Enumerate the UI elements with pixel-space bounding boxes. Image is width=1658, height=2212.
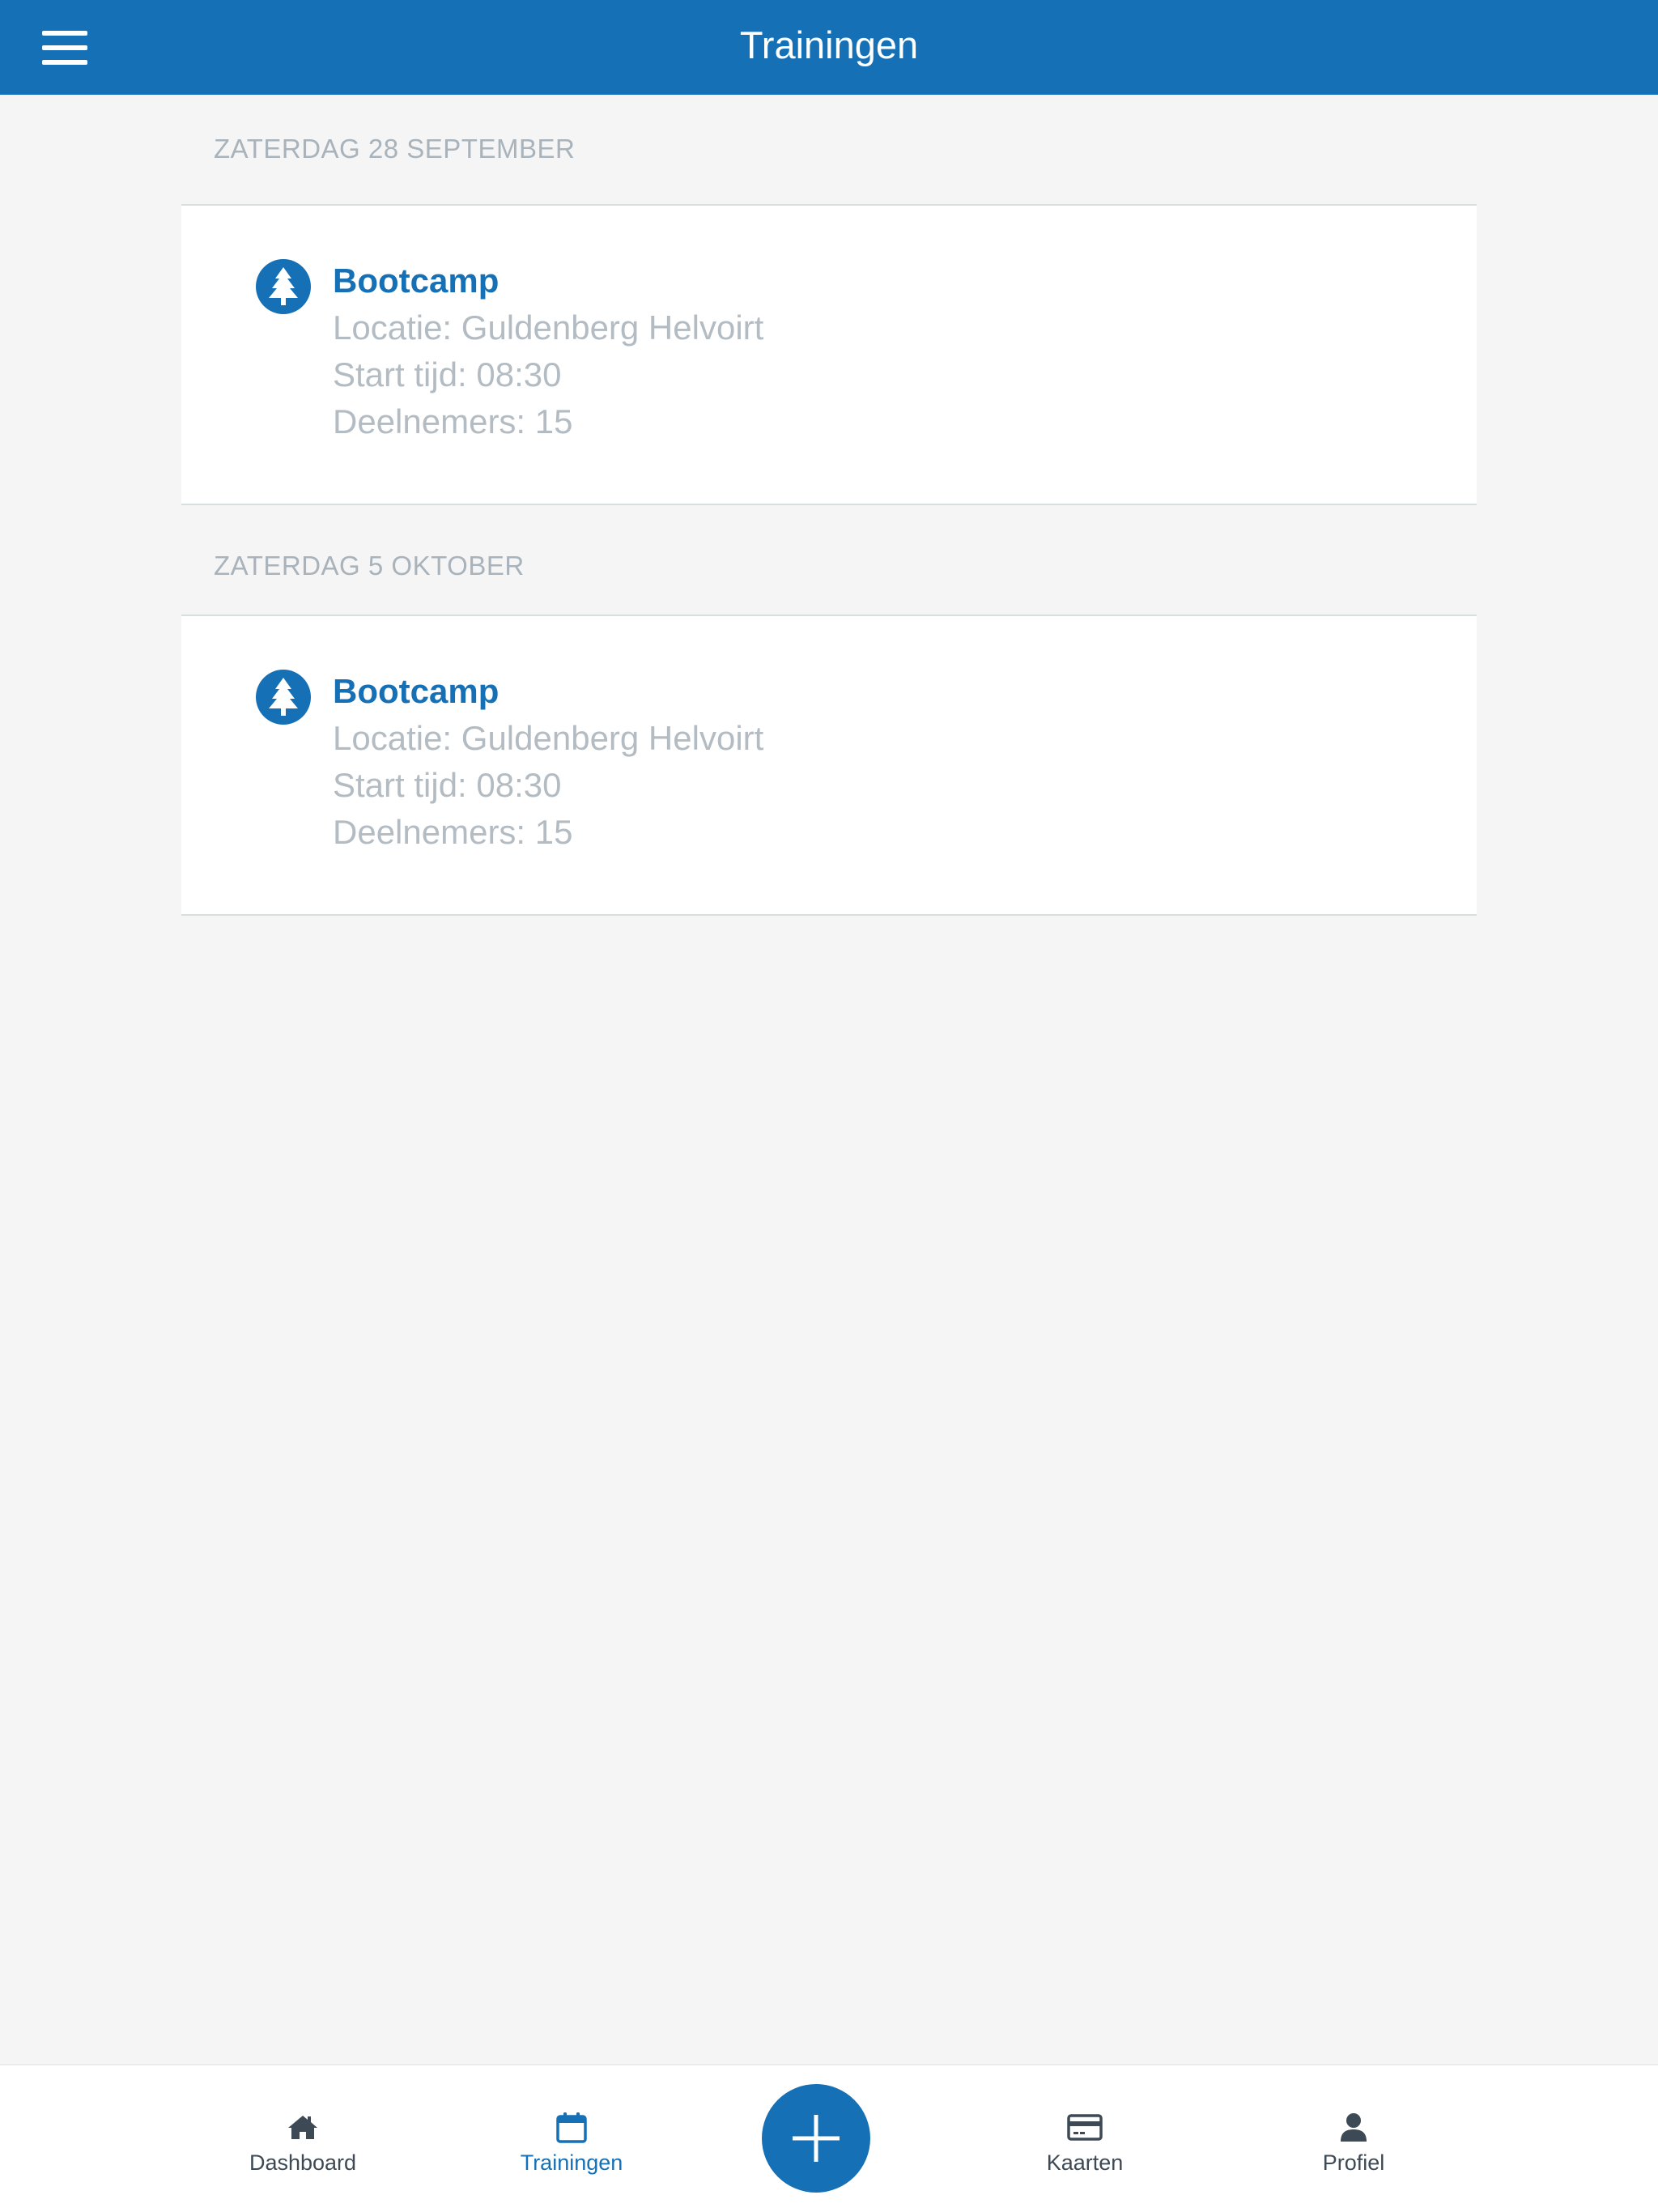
training-list: ZATERDAG 28 SEPTEMBER Bootcamp Locatie: …	[181, 95, 1477, 916]
section-header-date: ZATERDAG 5 OKTOBER	[214, 551, 525, 581]
training-location: Locatie: Guldenberg Helvoirt	[333, 719, 764, 757]
calendar-icon	[554, 2109, 589, 2145]
home-icon	[285, 2109, 321, 2145]
training-participants: Deelnemers: 15	[333, 402, 573, 440]
plus-icon	[793, 2115, 840, 2162]
training-start-time: Start tijd: 08:30	[333, 355, 562, 393]
tab-trainingen[interactable]: Trainingen	[491, 2065, 653, 2212]
app-root: Trainingen ZATERDAG 28 SEPTEMBER Bootcam…	[0, 0, 1658, 2212]
training-card[interactable]: Bootcamp Locatie: Guldenberg Helvoirt St…	[181, 204, 1477, 505]
training-location: Locatie: Guldenberg Helvoirt	[333, 308, 764, 347]
tree-icon	[256, 259, 311, 314]
training-card-body: Bootcamp Locatie: Guldenberg Helvoirt St…	[333, 671, 763, 856]
tab-label: Kaarten	[1046, 2150, 1124, 2175]
tab-dashboard[interactable]: Dashboard	[222, 2065, 384, 2212]
top-app-bar: Trainingen	[0, 0, 1658, 95]
section-header-date: ZATERDAG 28 SEPTEMBER	[214, 134, 576, 164]
tab-kaarten[interactable]: Kaarten	[1004, 2065, 1166, 2212]
add-training-button[interactable]	[762, 2084, 870, 2193]
tree-icon	[256, 670, 311, 725]
training-title: Bootcamp	[333, 262, 500, 300]
tab-profiel[interactable]: Profiel	[1273, 2065, 1435, 2212]
training-participants: Deelnemers: 15	[333, 813, 573, 851]
credit-card-icon	[1067, 2109, 1103, 2145]
training-card-body: Bootcamp Locatie: Guldenberg Helvoirt St…	[333, 261, 763, 445]
training-start-time: Start tijd: 08:30	[333, 766, 562, 804]
tab-label: Profiel	[1322, 2150, 1385, 2175]
training-card[interactable]: Bootcamp Locatie: Guldenberg Helvoirt St…	[181, 615, 1477, 916]
user-icon	[1336, 2109, 1371, 2145]
training-title: Bootcamp	[333, 672, 500, 710]
tab-label: Dashboard	[249, 2150, 357, 2175]
tab-label: Trainingen	[520, 2150, 623, 2175]
page-title: Trainingen	[739, 23, 919, 66]
